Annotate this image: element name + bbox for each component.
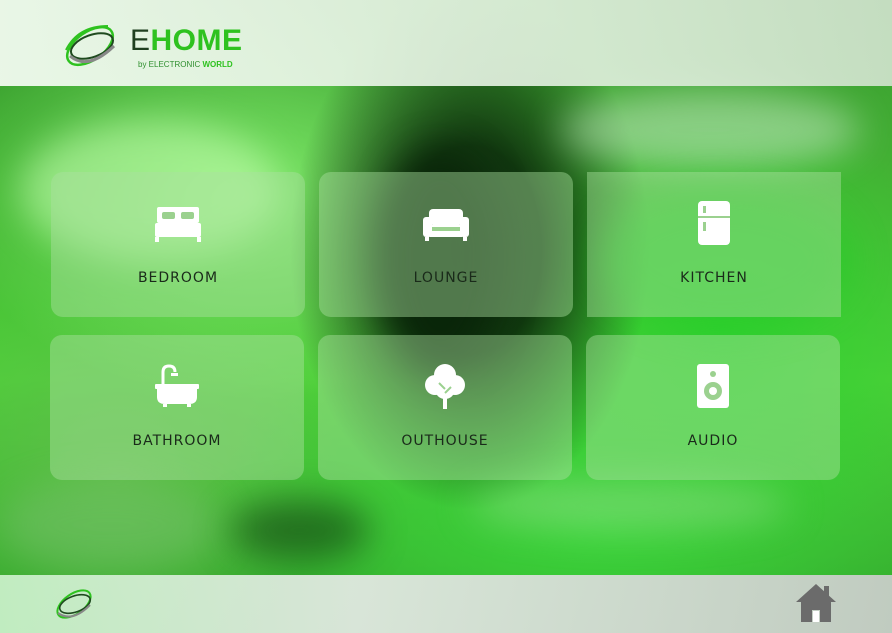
room-tile-bathroom[interactable]: BATHROOM <box>50 335 304 480</box>
home-icon[interactable] <box>794 582 838 624</box>
room-label: BATHROOM <box>132 433 222 449</box>
room-label: LOUNGE <box>413 270 479 286</box>
brand-tagline: by ELECTRONIC WORLD <box>138 60 233 69</box>
footer-swirl-logo-icon <box>56 589 92 619</box>
ehome-logo: EHOME by ELECTRONIC WORLD <box>58 16 248 76</box>
room-tile-lounge[interactable]: LOUNGE <box>319 172 573 317</box>
swirl-logo-icon <box>65 25 116 67</box>
footer-bar <box>0 575 892 633</box>
tree-icon <box>420 363 470 409</box>
room-tile-bedroom[interactable]: BEDROOM <box>51 172 305 317</box>
speaker-icon <box>688 363 738 409</box>
bathtub-icon <box>152 363 202 409</box>
room-label: BEDROOM <box>137 270 219 286</box>
sofa-icon <box>421 200 471 246</box>
header-bar: EHOME by ELECTRONIC WORLD <box>0 0 892 86</box>
brand-name: EHOME <box>130 24 243 57</box>
room-tile-audio[interactable]: AUDIO <box>586 335 840 480</box>
room-label: KITCHEN <box>680 270 748 286</box>
bed-icon <box>153 200 203 246</box>
room-label: AUDIO <box>687 433 739 449</box>
room-tile-outhouse[interactable]: OUTHOUSE <box>318 335 572 480</box>
fridge-icon <box>689 200 739 246</box>
room-label: OUTHOUSE <box>401 433 489 449</box>
room-tile-kitchen[interactable]: KITCHEN <box>587 172 841 317</box>
